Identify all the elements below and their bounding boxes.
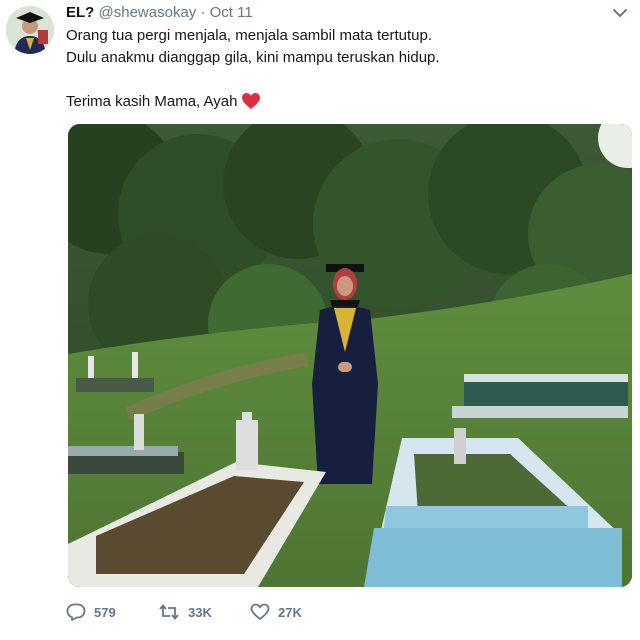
tweet: EL? @shewasokay · Oct 11 Orang tua pergi… [0,0,640,640]
display-name[interactable]: EL? [66,4,94,21]
tweet-line: Terima kasih Mama, Ayah [66,91,440,117]
avatar[interactable] [6,6,54,54]
photo-scene [68,124,632,587]
retweet-icon [158,603,180,621]
reply-icon [66,603,86,621]
retweet-button[interactable]: 33K [158,603,250,621]
like-icon [250,603,270,621]
tweet-line: Orang tua pergi menjala, menjala sambil … [66,27,433,44]
reply-count: 579 [94,604,116,620]
tweet-photo[interactable] [68,124,632,587]
like-button[interactable]: 27K [250,603,302,621]
reply-button[interactable]: 579 [66,603,158,621]
red-heart-emoji [241,92,261,117]
tweet-header: EL? @shewasokay · Oct 11 [66,3,253,23]
tweet-text: Orang tua pergi menjala, menjala sambil … [66,25,440,117]
retweet-count: 33K [188,604,212,620]
separator-dot: · [200,4,206,21]
tweet-line: Dulu anakmu dianggap gila, kini mampu te… [66,49,440,66]
tweet-actions: 579 33K 27K [66,600,302,624]
tweet-line-text: Terima kasih Mama, Ayah [66,93,238,110]
like-count: 27K [278,604,302,620]
user-handle[interactable]: @shewasokay [99,4,197,21]
chevron-down-icon[interactable] [612,6,628,18]
tweet-date[interactable]: Oct 11 [210,4,253,21]
grave-back-right [452,374,628,418]
